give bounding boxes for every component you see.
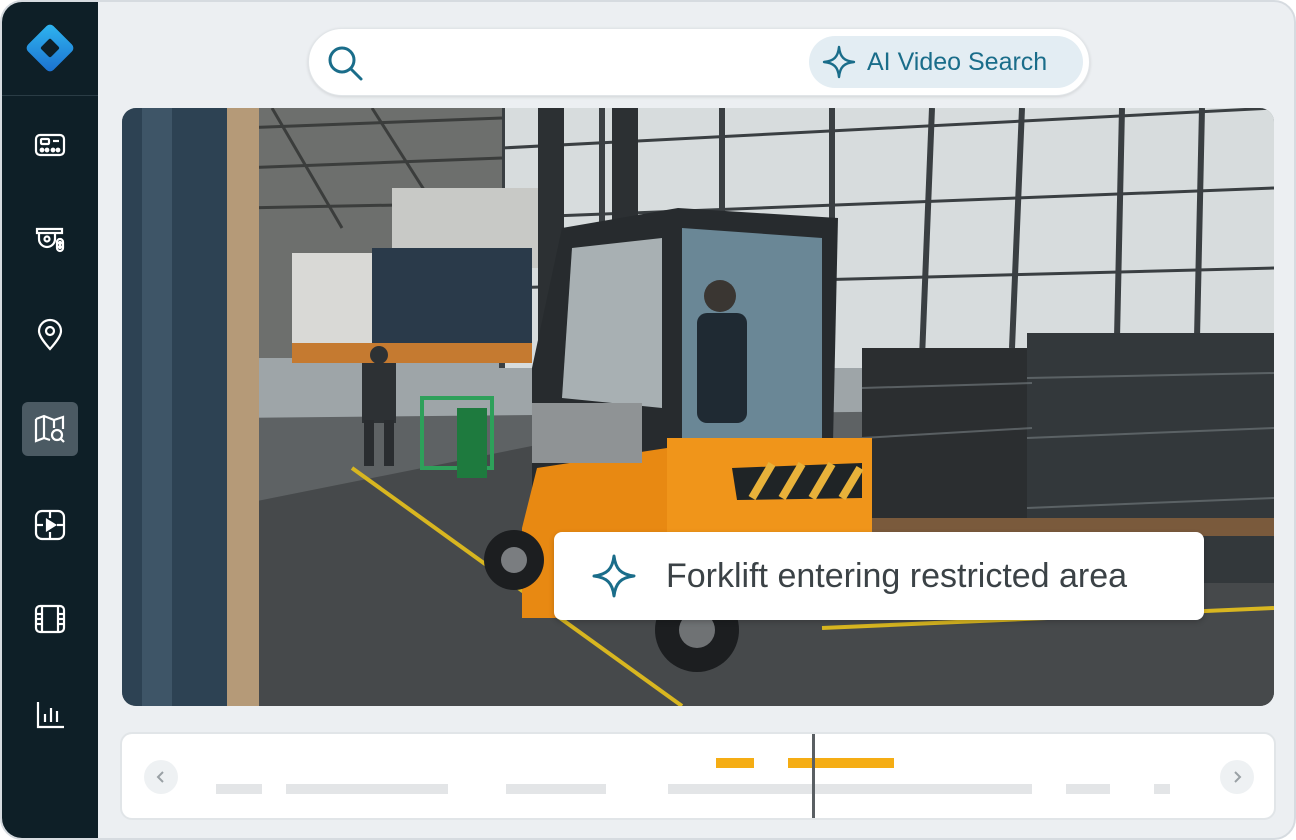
ai-video-search-button[interactable]: AI Video Search (809, 36, 1083, 88)
sidebar-item-map-search[interactable] (22, 402, 78, 456)
film-icon (34, 604, 66, 634)
timeline-segment[interactable] (1066, 784, 1110, 794)
sidebar-item-cameras[interactable] (22, 212, 78, 266)
app-window: AI Video Search Forklift entering restri… (0, 0, 1296, 840)
timeline-segment[interactable] (506, 784, 606, 794)
sidebar-item-analytics[interactable] (22, 688, 78, 742)
chevron-right-icon (1234, 771, 1242, 783)
detection-caption: Forklift entering restricted area (554, 532, 1204, 620)
timeline-event-marker[interactable] (788, 758, 894, 768)
video-play-icon (34, 509, 66, 541)
timeline[interactable] (120, 732, 1276, 820)
timeline-segment[interactable] (1154, 784, 1170, 794)
map-search-icon (34, 414, 65, 443)
sidebar-item-video-wall[interactable] (22, 498, 78, 552)
timeline-event-marker[interactable] (716, 758, 754, 768)
timeline-segment[interactable] (216, 784, 262, 794)
location-pin-icon (37, 318, 63, 351)
timeline-prev-button[interactable] (144, 760, 178, 794)
sparkle-icon (592, 554, 636, 598)
ai-video-search-label: AI Video Search (867, 47, 1048, 76)
sparkle-icon (822, 45, 856, 79)
camera-icon (35, 227, 65, 253)
video-player[interactable]: Forklift entering restricted area (122, 108, 1274, 706)
caption-text: Forklift entering restricted area (666, 556, 1128, 595)
timeline-segment[interactable] (286, 784, 448, 794)
logo-area (2, 2, 98, 96)
timeline-next-button[interactable] (1220, 760, 1254, 794)
app-logo[interactable] (20, 18, 80, 78)
sidebar-item-locations[interactable] (22, 308, 78, 362)
search-icon[interactable] (325, 43, 365, 83)
sidebar-item-recordings[interactable] (22, 592, 78, 646)
dashboard-icon (34, 133, 66, 157)
sidebar-item-dashboard[interactable] (22, 118, 78, 172)
timeline-segment[interactable] (668, 784, 1032, 794)
bar-chart-icon (36, 702, 64, 729)
sidebar (2, 2, 98, 838)
chevron-left-icon (156, 771, 164, 783)
timeline-playhead[interactable] (812, 734, 815, 818)
search-bar[interactable]: AI Video Search (308, 28, 1090, 96)
